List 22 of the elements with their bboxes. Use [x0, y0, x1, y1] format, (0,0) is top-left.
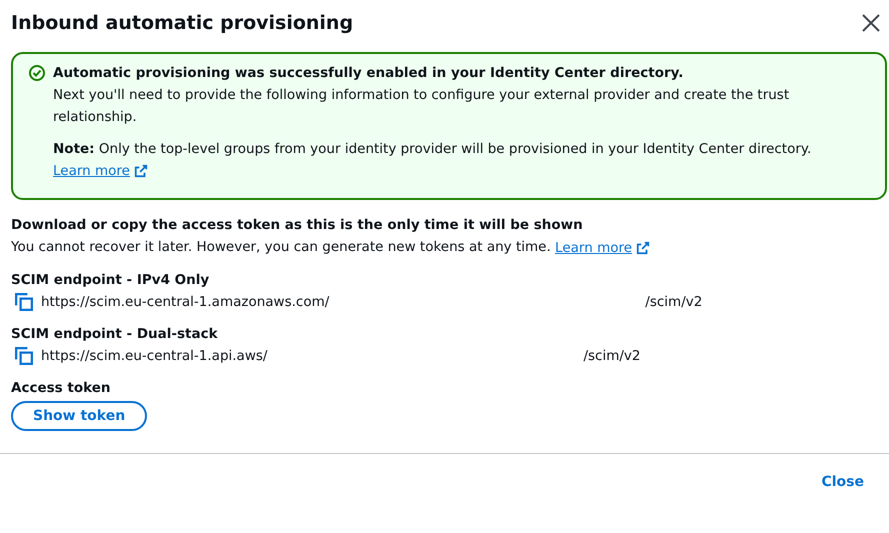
- endpoint-url: https://scim.eu-central-1.api.aws/: [41, 346, 268, 366]
- alert-text: Next you'll need to provide the following information to configure your external provider and create the trust relationship.: [53, 86, 790, 127]
- copy-icon[interactable]: [15, 292, 33, 311]
- endpoint-label: SCIM endpoint - Dual-stack: [11, 324, 219, 344]
- close-button[interactable]: Close: [821, 474, 864, 490]
- show-token-button[interactable]: Show token: [11, 400, 148, 431]
- learn-more-link[interactable]: Learn more: [53, 160, 130, 182]
- endpoint-url: https://scim.eu-central-1.amazonaws.com/: [41, 292, 330, 312]
- alert-heading: Automatic provisioning was successfully enabled in your Identity Center directory.: [53, 64, 684, 83]
- token-text: You cannot recover it later. However, you can generate new tokens at any time.: [11, 239, 551, 256]
- endpoint-url-end: /scim/v2: [583, 346, 641, 366]
- endpoint-label: SCIM endpoint - IPv4 Only: [11, 270, 210, 290]
- learn-more-link[interactable]: Learn more: [555, 236, 632, 259]
- external-link-icon: [134, 164, 148, 178]
- external-link-icon: [636, 240, 650, 255]
- dialog-title: Inbound automatic provisioning: [11, 12, 354, 34]
- access-token-label: Access token: [11, 378, 112, 398]
- token-heading: Download or copy the access token as this is the only time it will be shown: [11, 216, 584, 236]
- note-text: Note: Only the top-level groups from your identity provider will be provisioned in your Identity Center directory.: [53, 141, 812, 157]
- copy-icon[interactable]: [15, 346, 33, 365]
- endpoint-url-end: /scim/v2: [645, 292, 702, 312]
- check-circle-icon: [29, 65, 45, 81]
